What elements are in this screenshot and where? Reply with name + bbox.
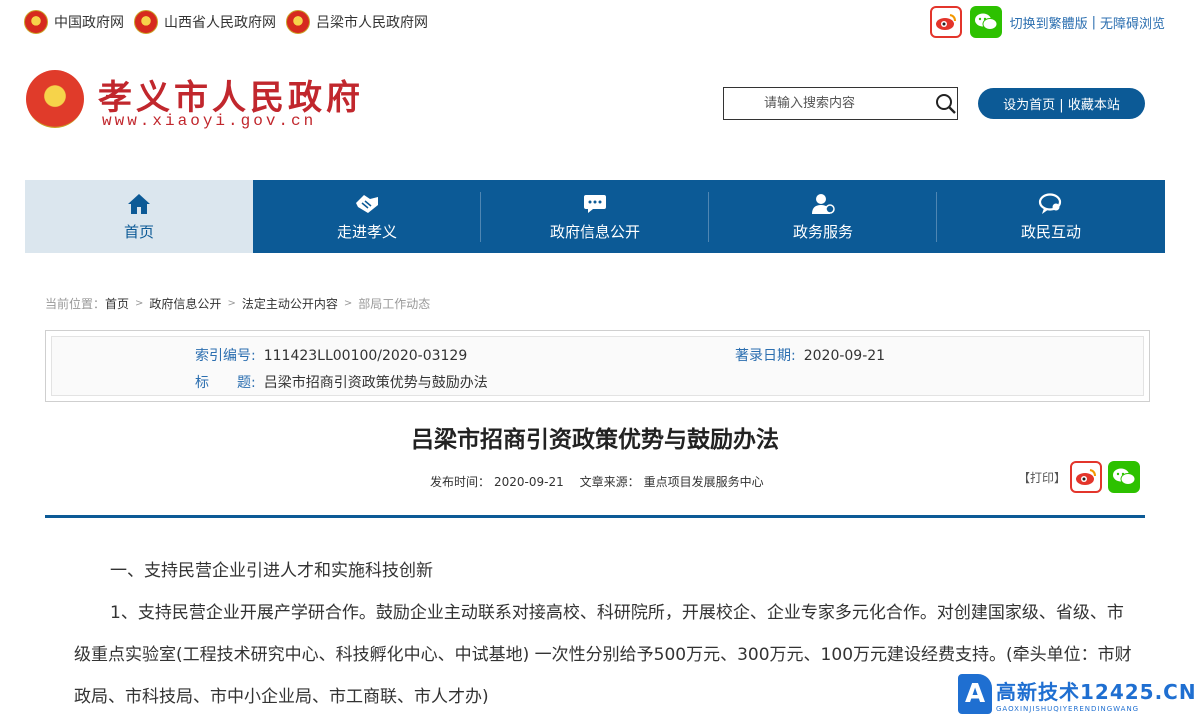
wechat-icon[interactable] xyxy=(969,6,1002,38)
national-emblem-icon xyxy=(134,10,158,34)
dialog-icon xyxy=(1038,191,1064,217)
link-shanxi-gov-label: 山西省人民政府网 xyxy=(164,15,276,31)
date-row: 著录日期: 2020-09-21 xyxy=(735,345,885,365)
nav-label-home: 首页 xyxy=(123,223,154,241)
home-icon xyxy=(127,191,151,217)
watermark-logo-icon: A xyxy=(958,674,992,714)
chat-bubble-icon xyxy=(583,191,607,217)
watermark-main: 高新技术12425.CN xyxy=(996,679,1197,704)
article-title: 吕梁市招商引资政策优势与鼓励办法 xyxy=(411,427,779,453)
nav-label-interaction: 政民互动 xyxy=(1020,223,1081,241)
nav-item-gov-services[interactable]: 政务服务 xyxy=(709,180,937,253)
user-service-icon xyxy=(811,191,835,217)
link-gov-cn[interactable]: 中国政府网 xyxy=(24,10,124,34)
index-value: 111423LL00100/2020-03129 xyxy=(263,348,468,364)
site-emblem-icon[interactable] xyxy=(26,70,84,128)
site-header: 孝义市人民政府 www.xiaoyi.gov.cn 设为首页 | 收藏本站 xyxy=(0,50,1203,170)
document-info-box: 索引编号: 111423LL00100/2020-03129 著录日期: 2020-… xyxy=(45,330,1150,402)
breadcrumb-item-department[interactable]: 部局工作动态 xyxy=(358,295,430,312)
title-row: 标 题: 吕梁市招商引资政策优势与鼓励办法 xyxy=(195,372,488,392)
nav-item-home[interactable]: 首页 xyxy=(25,180,253,253)
search-box xyxy=(723,87,958,120)
top-right-tools: 切换到繁體版 | 无障碍浏览 xyxy=(929,6,1165,38)
national-emblem-icon xyxy=(24,10,48,34)
watermark-sub: GAOXINJISHUQIYERENDINGWANG xyxy=(996,704,1140,713)
record-date-label: 著录日期: xyxy=(735,348,796,364)
doc-title-value: 吕梁市招商引资政策优势与鼓励办法 xyxy=(263,375,488,391)
publish-date: 2020-09-21 xyxy=(494,475,564,489)
article-paragraph: 一、支持民营企业引进人才和实施科技创新 xyxy=(110,561,433,581)
top-links: 中国政府网 山西省人民政府网 吕梁市人民政府网 xyxy=(24,10,438,34)
top-bar: 中国政府网 山西省人民政府网 吕梁市人民政府网 切换到繁體版 | 无障碍浏览 xyxy=(0,0,1203,46)
accessibility-link[interactable]: 无障碍浏览 xyxy=(1100,13,1165,32)
link-lvliang-gov-label: 吕梁市人民政府网 xyxy=(316,15,428,31)
weibo-icon[interactable] xyxy=(929,6,962,38)
watermark: A 高新技术12425.CN GAOXINJISHUQIYERENDINGWAN… xyxy=(958,668,1203,720)
record-date-value: 2020-09-21 xyxy=(803,348,886,364)
link-gov-cn-label: 中国政府网 xyxy=(54,15,124,31)
nav-label-gov-services: 政务服务 xyxy=(792,223,853,241)
breadcrumb-arrow-icon: > xyxy=(343,298,353,309)
search-icon[interactable] xyxy=(934,89,957,119)
article-meta: 发布时间： 2020-09-21 文章来源： 重点项目发展服务中心 xyxy=(430,473,768,490)
breadcrumb-arrow-icon: > xyxy=(227,298,236,309)
breadcrumb-item-info[interactable]: 政府信息公开 xyxy=(149,295,221,312)
set-home-bookmark-button[interactable]: 设为首页 | 收藏本站 xyxy=(978,88,1145,119)
title-divider xyxy=(45,515,1145,518)
doc-title-label: 标 题: xyxy=(195,375,256,391)
switch-traditional-link[interactable]: 切换到繁體版 xyxy=(1010,13,1088,32)
breadcrumb-item-home[interactable]: 首页 xyxy=(105,295,129,312)
nav-item-info-disclosure[interactable]: 政府信息公开 xyxy=(481,180,709,253)
national-emblem-icon xyxy=(286,10,310,34)
breadcrumb-prefix: 当前位置： xyxy=(45,297,106,311)
index-label: 索引编号: xyxy=(195,348,256,364)
source-label: 文章来源： xyxy=(579,475,640,489)
link-lvliang-gov[interactable]: 吕梁市人民政府网 xyxy=(286,10,428,34)
nav-item-interaction[interactable]: 政民互动 xyxy=(937,180,1165,253)
index-row: 索引编号: 111423LL00100/2020-03129 xyxy=(195,345,467,365)
nav-label-info-disclosure: 政府信息公开 xyxy=(549,223,640,241)
publish-label: 发布时间： xyxy=(430,475,491,489)
source-value: 重点项目发展服务中心 xyxy=(643,475,764,489)
share-weibo-icon[interactable] xyxy=(1070,461,1103,493)
share-wechat-icon[interactable] xyxy=(1108,461,1141,493)
top-separator: | xyxy=(1091,14,1096,30)
nav-label-about: 走进孝义 xyxy=(336,223,397,241)
breadcrumb: 当前位置： 首页 > 政府信息公开 > 法定主动公开内容 > 部局工作动态 xyxy=(45,295,430,312)
breadcrumb-arrow-icon: > xyxy=(135,298,144,309)
handshake-icon xyxy=(354,191,380,217)
share-tools: 【打印】 xyxy=(1018,461,1146,493)
nav-item-about[interactable]: 走进孝义 xyxy=(253,180,481,253)
watermark-text: 高新技术12425.CN GAOXINJISHUQIYERENDINGWANG xyxy=(996,676,1197,713)
document-info-inner: 索引编号: 111423LL00100/2020-03129 著录日期: 2020-… xyxy=(51,336,1144,396)
search-input[interactable] xyxy=(724,88,934,119)
link-shanxi-gov[interactable]: 山西省人民政府网 xyxy=(134,10,276,34)
site-url: www.xiaoyi.gov.cn xyxy=(102,112,317,130)
breadcrumb-item-statutory[interactable]: 法定主动公开内容 xyxy=(242,295,338,312)
main-nav: 首页 走进孝义 政府信息公开 政务服务 政民互动 xyxy=(25,180,1165,253)
print-button[interactable]: 【打印】 xyxy=(1018,469,1066,486)
